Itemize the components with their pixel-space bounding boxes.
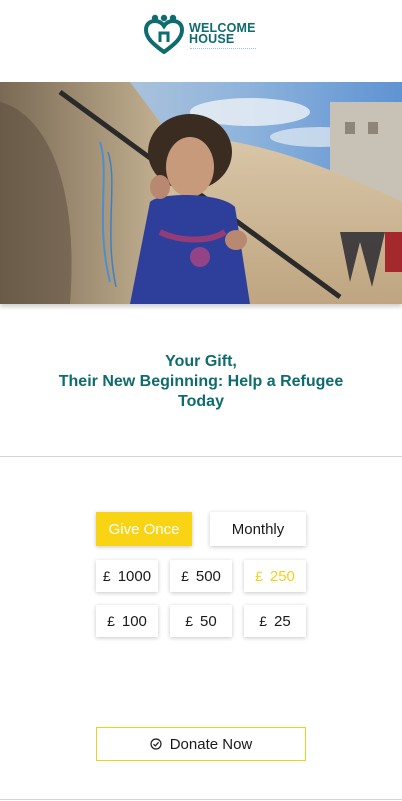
amount-1000-button[interactable]: £ 1000 bbox=[96, 560, 158, 592]
section-divider bbox=[0, 456, 402, 457]
give-once-label: Give Once bbox=[108, 520, 180, 538]
brand-name: WELCOME HOUSE bbox=[189, 22, 256, 46]
amount-100-button[interactable]: £ 100 bbox=[96, 605, 158, 637]
amount-50-button[interactable]: £ 50 bbox=[170, 605, 232, 637]
hero-image bbox=[0, 82, 402, 304]
give-once-button[interactable]: Give Once bbox=[96, 512, 192, 546]
donate-now-label: Donate Now bbox=[169, 735, 253, 753]
welcome-house-logo[interactable]: WELCOME HOUSE bbox=[143, 14, 256, 54]
donate-now-button[interactable]: Donate Now bbox=[96, 727, 306, 761]
currency-symbol: £ bbox=[102, 568, 111, 584]
amount-value: 500 bbox=[195, 567, 221, 585]
amount-25-button[interactable]: £ 25 bbox=[244, 605, 306, 637]
monthly-label: Monthly bbox=[231, 520, 285, 538]
currency-symbol: £ bbox=[181, 568, 189, 584]
amount-value: 50 bbox=[200, 612, 217, 630]
amount-value: 100 bbox=[121, 612, 147, 630]
refugee-child-photo bbox=[0, 82, 402, 304]
amount-value: 250 bbox=[269, 567, 295, 585]
currency-symbol: £ bbox=[259, 613, 268, 629]
headline-line1: Your Gift, bbox=[165, 353, 237, 370]
brand-name-line2: HOUSE bbox=[189, 32, 235, 46]
amount-250-button[interactable]: £ 250 bbox=[244, 560, 306, 592]
footer-divider bbox=[0, 799, 402, 800]
monthly-button[interactable]: Monthly bbox=[210, 512, 306, 546]
brand-tagline-rule bbox=[190, 48, 256, 50]
currency-symbol: £ bbox=[185, 613, 194, 629]
currency-symbol: £ bbox=[255, 568, 263, 584]
amount-500-button[interactable]: £ 500 bbox=[170, 560, 232, 592]
family-heart-icon bbox=[143, 14, 185, 54]
amount-value: 1000 bbox=[117, 567, 152, 585]
check-circle-icon bbox=[150, 738, 162, 750]
headline-line2: Their New Beginning: Help a Refugee Toda… bbox=[58, 373, 344, 410]
page-headline: Your Gift, Their New Beginning: Help a R… bbox=[0, 352, 402, 412]
currency-symbol: £ bbox=[107, 613, 115, 629]
amount-value: 25 bbox=[274, 612, 291, 630]
site-header: WELCOME HOUSE bbox=[0, 0, 402, 82]
